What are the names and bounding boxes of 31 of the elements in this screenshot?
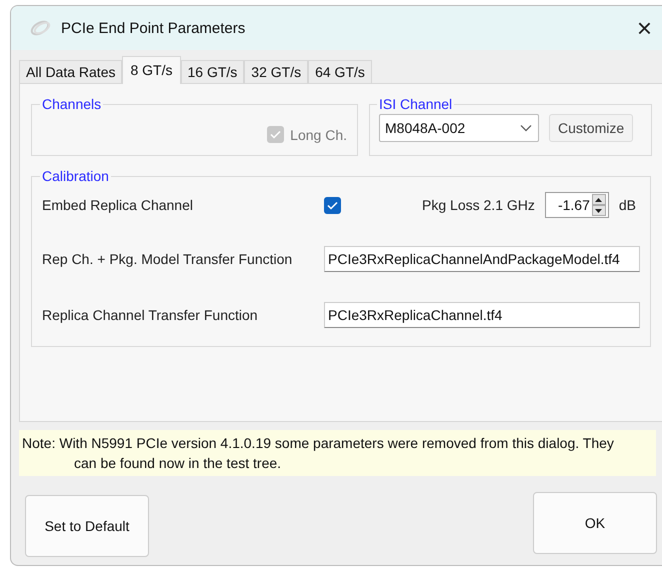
unit-label: dB [618, 197, 636, 213]
checkbox-label: Long Ch. [290, 126, 347, 142]
field-label: Rep Ch. + Pkg. Model Transfer Function [42, 251, 292, 267]
group-title: Channels [41, 96, 102, 112]
note-text: Note: With N5991 PCIe version 4.1.0.19 some parameters were removed from this dialog. They can be found now in the test tree. [19, 430, 656, 476]
field-label: Embed Replica Channel [42, 197, 194, 213]
tab[interactable]: All Data Rates [19, 60, 122, 83]
input-field[interactable]: PCIe3RxReplicaChannel.tf4 [324, 302, 640, 328]
field-label: Replica Channel Transfer Function [42, 307, 258, 323]
group-title: Calibration [41, 168, 110, 184]
checkbox[interactable] [324, 196, 341, 214]
check-icon [270, 130, 282, 139]
check-icon [327, 200, 338, 210]
group-title: ISI Channel [378, 96, 454, 112]
channel-dropdown[interactable]: M8048A-002 [379, 114, 539, 142]
close-button[interactable]: × [632, 15, 656, 41]
ok-button[interactable]: OK [533, 492, 657, 554]
number-spinner[interactable]: -1.67 [544, 192, 609, 218]
down-arrow-icon[interactable] [595, 208, 602, 212]
tab[interactable]: 8 GT/s [122, 56, 180, 84]
field-label: Pkg Loss 2.1 GHz [422, 197, 535, 213]
chevron-icon [520, 124, 532, 132]
window-title: PCIe End Point Parameters [61, 20, 246, 36]
tab[interactable]: 16 GT/s [180, 60, 244, 83]
up-arrow-icon[interactable] [595, 198, 602, 202]
customize-button[interactable]: Customize [549, 114, 634, 142]
input-field[interactable]: PCIe3RxReplicaChannelAndPackageModel.tf4 [324, 246, 640, 272]
app-logo-icon [29, 18, 53, 38]
tab[interactable]: 64 GT/s [308, 60, 372, 83]
tab[interactable]: 32 GT/s [244, 60, 308, 83]
default-button[interactable]: Set to Default [25, 495, 149, 557]
